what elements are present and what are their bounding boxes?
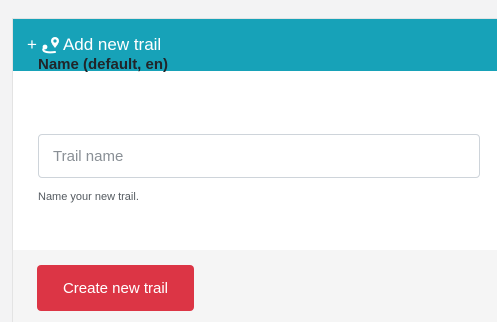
page: + Add new trail Name (default, en) Name … — [0, 0, 497, 322]
name-help-text: Name your new trail. — [38, 191, 139, 203]
plus-icon: + — [27, 35, 37, 54]
card-title: Add new trail — [62, 35, 162, 54]
card-footer: Create new trail — [13, 250, 497, 322]
trail-name-input[interactable] — [38, 134, 480, 178]
route-icon — [42, 37, 59, 54]
name-field-label: Name (default, en) — [38, 56, 169, 73]
add-trail-card: + Add new trail Name (default, en) Name … — [12, 18, 497, 322]
create-trail-button[interactable]: Create new trail — [37, 265, 194, 311]
